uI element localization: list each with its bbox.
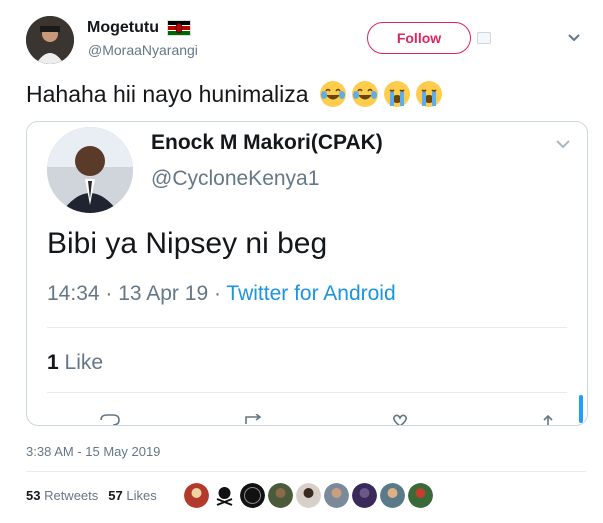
retweets-count: 53 <box>26 488 41 503</box>
author-name-row[interactable]: Mogetutu <box>87 19 191 37</box>
quoted-tweet-card[interactable]: Enock M Makori(CPAK) @CycloneKenya1 Bibi… <box>26 121 588 426</box>
like-icon[interactable] <box>387 414 413 426</box>
follow-button[interactable]: Follow <box>367 22 471 54</box>
quoted-likes[interactable]: 1 Like <box>47 351 103 375</box>
tweet-text: Hahaha hii nayo hunimaliza <box>26 80 443 108</box>
liker-avatar[interactable] <box>408 483 433 508</box>
likes-count: 57 <box>108 488 123 503</box>
tweet-timestamp[interactable]: 3:38 AM - 15 May 2019 <box>26 444 160 459</box>
likes-stat[interactable]: 57 Likes <box>108 488 156 503</box>
liker-avatar[interactable] <box>212 483 237 508</box>
loudly-crying-face-icon <box>383 81 410 107</box>
liker-avatar[interactable] <box>268 483 293 508</box>
liker-avatars <box>184 483 433 508</box>
quoted-tweet-time[interactable]: 14:34 · 13 Apr 19 · <box>47 282 226 305</box>
chevron-down-icon[interactable] <box>567 30 581 48</box>
face-with-tears-of-joy-icon <box>319 81 346 107</box>
liker-avatar[interactable] <box>324 483 349 508</box>
author-avatar[interactable] <box>26 16 74 64</box>
quoted-divider <box>47 327 567 328</box>
kenya-flag-icon <box>166 20 191 36</box>
stats-divider <box>26 471 586 472</box>
liker-avatar[interactable] <box>352 483 377 508</box>
quoted-tweet-source[interactable]: Twitter for Android <box>226 282 395 305</box>
retweets-label: Retweets <box>40 488 99 503</box>
reply-icon[interactable] <box>97 414 123 426</box>
scrollbar[interactable] <box>579 395 583 423</box>
loudly-crying-face-icon <box>415 81 442 107</box>
author-name[interactable]: Mogetutu <box>87 19 159 37</box>
retweets-stat[interactable]: 53 Retweets <box>26 488 98 503</box>
face-with-tears-of-joy-icon <box>351 81 378 107</box>
liker-avatar[interactable] <box>380 483 405 508</box>
liker-avatar[interactable] <box>296 483 321 508</box>
author-handle[interactable]: @MoraaNyarangi <box>88 42 198 58</box>
tweet-stats: 53 Retweets 57 Likes <box>26 488 157 503</box>
translate-icon[interactable] <box>477 32 491 44</box>
retweet-icon[interactable] <box>242 414 268 426</box>
quoted-chevron-down-icon[interactable] <box>555 134 571 157</box>
quoted-likes-count: 1 <box>47 351 59 374</box>
quoted-tweet-meta: 14:34 · 13 Apr 19 · Twitter for Android <box>47 282 396 306</box>
liker-avatar[interactable] <box>184 483 209 508</box>
quoted-actions <box>47 414 567 426</box>
quoted-author-handle[interactable]: @CycloneKenya1 <box>151 167 319 191</box>
quoted-likes-label: Like <box>58 351 104 374</box>
tweet-text-content: Hahaha hii nayo hunimaliza <box>26 80 309 107</box>
likes-label: Likes <box>122 488 157 503</box>
quoted-divider-2 <box>47 392 567 393</box>
share-icon[interactable] <box>535 414 561 426</box>
quoted-tweet-text: Bibi ya Nipsey ni beg <box>47 227 328 260</box>
liker-avatar[interactable] <box>240 483 265 508</box>
quoted-author-name[interactable]: Enock M Makori(CPAK) <box>151 131 383 155</box>
quoted-author-avatar[interactable] <box>47 127 133 213</box>
